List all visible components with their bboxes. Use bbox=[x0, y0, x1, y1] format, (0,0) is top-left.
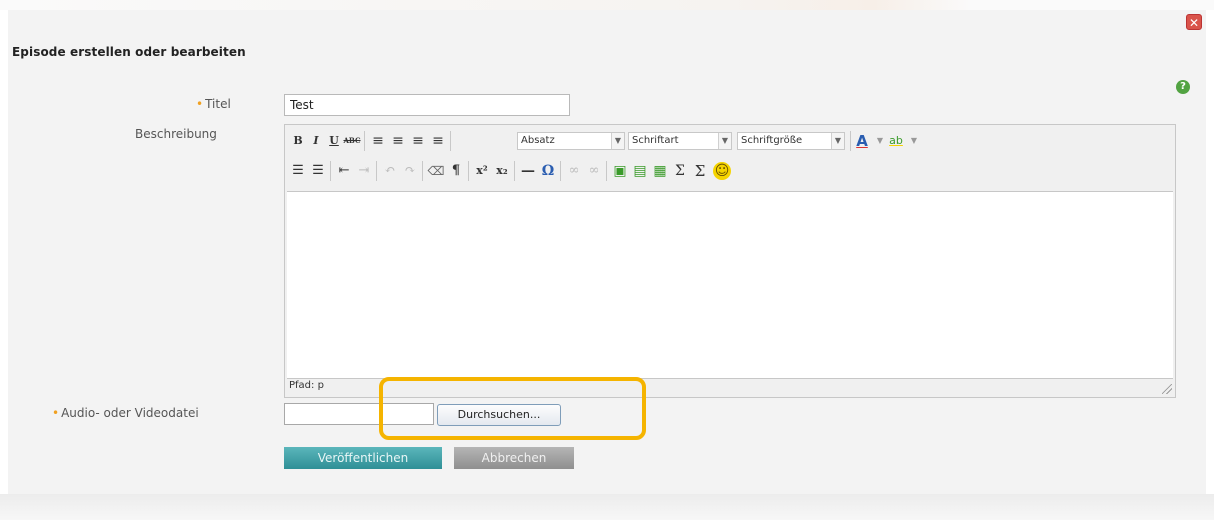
required-marker: • bbox=[52, 406, 60, 420]
media-icon[interactable]: ▤ bbox=[631, 162, 649, 180]
highlight-color-icon[interactable]: ab bbox=[887, 132, 905, 150]
toolbar-separator bbox=[468, 161, 469, 181]
outdent-icon[interactable]: ⇤ bbox=[335, 162, 353, 180]
image-icon[interactable]: ▣ bbox=[611, 162, 629, 180]
editor-path: Pfad: p bbox=[289, 380, 324, 391]
cancel-button[interactable]: Abbrechen bbox=[454, 447, 574, 469]
font-select-value: Schriftart bbox=[632, 135, 679, 146]
highlight-annotation bbox=[379, 377, 646, 440]
top-band bbox=[0, 0, 1214, 10]
unlink-icon[interactable]: ∞ bbox=[585, 162, 603, 180]
toolbar-separator bbox=[560, 161, 561, 181]
underline-icon[interactable]: U bbox=[325, 132, 343, 150]
font-select[interactable]: Schriftart ▼ bbox=[628, 132, 732, 150]
title-label: Titel bbox=[205, 97, 231, 111]
undo-icon[interactable]: ↶ bbox=[381, 162, 399, 180]
resize-grip-icon[interactable] bbox=[1162, 384, 1172, 394]
paragraph-icon[interactable]: ¶ bbox=[447, 162, 465, 180]
file-label: Audio- oder Videodatei bbox=[61, 406, 199, 420]
toolbar-separator bbox=[450, 131, 451, 151]
numbered-list-icon[interactable]: ☰ bbox=[309, 162, 327, 180]
required-marker: • bbox=[196, 97, 204, 111]
indent-icon[interactable]: ⇥ bbox=[355, 162, 373, 180]
editor-toolbar-row2: ☰ ☰ ⇤ ⇥ ↶ ↷ ⌫ ¶ x² x₂ — Ω ∞ ∞ ▣ ▤ ▦ Σ Σ … bbox=[285, 158, 1175, 184]
toolbar-separator bbox=[514, 161, 515, 181]
clean-format-icon[interactable]: ⌫ bbox=[427, 162, 445, 180]
strikethrough-icon[interactable]: ABC bbox=[343, 132, 361, 150]
toolbar-separator bbox=[376, 161, 377, 181]
toolbar-separator bbox=[606, 161, 607, 181]
toolbar-separator bbox=[364, 131, 365, 151]
editor-content-area[interactable] bbox=[287, 191, 1173, 379]
rich-text-editor: B I U ABC ≡ ≡ ≡ ≡ Absatz ▼ Schriftart ▼ … bbox=[284, 124, 1176, 398]
help-icon[interactable]: ? bbox=[1176, 80, 1190, 94]
publish-button[interactable]: Veröffentlichen bbox=[284, 447, 442, 469]
format-select-value: Absatz bbox=[521, 135, 555, 146]
align-justify-icon[interactable]: ≡ bbox=[429, 132, 447, 150]
dialog-title: Episode erstellen oder bearbeiten bbox=[12, 45, 246, 59]
toolbar-separator bbox=[330, 161, 331, 181]
text-color-icon[interactable]: A bbox=[853, 132, 871, 150]
file-label-wrap: • Audio- oder Videodatei bbox=[52, 406, 199, 420]
align-right-icon[interactable]: ≡ bbox=[409, 132, 427, 150]
chevron-down-icon: ▼ bbox=[718, 133, 731, 149]
sum-icon[interactable]: Σ bbox=[671, 162, 689, 180]
italic-icon[interactable]: I bbox=[307, 132, 325, 150]
toolbar-separator bbox=[422, 161, 423, 181]
editor-toolbar-row1: B I U ABC ≡ ≡ ≡ ≡ Absatz ▼ Schriftart ▼ … bbox=[285, 128, 1175, 154]
table-icon[interactable]: ▦ bbox=[651, 162, 669, 180]
align-left-icon[interactable]: ≡ bbox=[369, 132, 387, 150]
description-label: Beschreibung bbox=[135, 127, 217, 141]
bottom-band bbox=[0, 494, 1214, 520]
link-icon[interactable]: ∞ bbox=[565, 162, 583, 180]
format-select[interactable]: Absatz ▼ bbox=[517, 132, 625, 150]
close-icon[interactable]: ✕ bbox=[1186, 14, 1202, 30]
special-char-icon[interactable]: Ω bbox=[539, 162, 557, 180]
size-select[interactable]: Schriftgröße ▼ bbox=[737, 132, 845, 150]
sigma-icon[interactable]: Σ bbox=[691, 162, 709, 180]
chevron-down-icon: ▼ bbox=[611, 133, 624, 149]
subscript-icon[interactable]: x₂ bbox=[493, 162, 511, 180]
horizontal-rule-icon[interactable]: — bbox=[519, 162, 537, 180]
size-select-value: Schriftgröße bbox=[741, 135, 803, 146]
redo-icon[interactable]: ↷ bbox=[401, 162, 419, 180]
chevron-down-icon: ▼ bbox=[831, 133, 844, 149]
toolbar-separator bbox=[850, 131, 851, 151]
bullet-list-icon[interactable]: ☰ bbox=[289, 162, 307, 180]
superscript-icon[interactable]: x² bbox=[473, 162, 491, 180]
smiley-icon[interactable]: ☺ bbox=[713, 162, 731, 180]
title-label-wrap: • Titel bbox=[196, 97, 231, 111]
bold-icon[interactable]: B bbox=[289, 132, 307, 150]
title-input[interactable] bbox=[284, 94, 570, 116]
align-center-icon[interactable]: ≡ bbox=[389, 132, 407, 150]
chevron-down-icon[interactable]: ▼ bbox=[905, 132, 923, 150]
